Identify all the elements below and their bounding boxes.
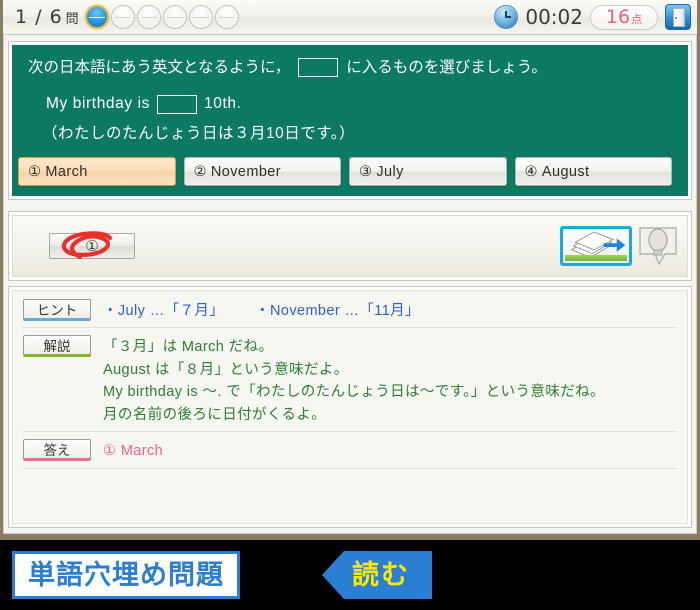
choice-2-number: ② — [193, 163, 207, 180]
choice-option-1[interactable]: ① March — [18, 157, 176, 186]
selected-answer-box[interactable]: ① — [49, 231, 135, 260]
next-icon-grass — [565, 255, 627, 261]
kaisetsu-content: 「３月」は March だね。 August は「８月」という意味だよ。 My … — [103, 335, 605, 426]
kaisetsu-tag: 解説 — [23, 335, 91, 358]
choice-list: ① March ② November ③ July ④ August — [18, 157, 672, 186]
progress-dots — [84, 5, 239, 29]
hint-line: ・July …「７月」 ・November …「11月」 — [103, 300, 420, 322]
kaisetsu-line-3: My birthday is 〜. で「わたしのたんじょう日は〜です。」という意… — [103, 384, 605, 401]
choice-3-number: ③ — [359, 163, 373, 180]
progress-dot-5[interactable] — [188, 5, 213, 29]
kaisetsu-line-4: 月の名前の後ろに日付がくるよ。 — [103, 406, 327, 423]
clock-icon — [494, 5, 519, 29]
score-unit: 点 — [631, 13, 643, 26]
question-translation: （わたしのたんじょう日は３月10日です。） — [42, 124, 355, 142]
question-panel: 次の日本語にあう英文となるように， に入るものを選びましょう。 My birth… — [12, 45, 688, 196]
hint-button[interactable] — [635, 224, 681, 268]
selected-answer-number: ① — [85, 238, 99, 255]
instruction-text-after: に入るものを選びましょう。 — [346, 59, 547, 76]
sentence-before-blank: My birthday is — [46, 95, 151, 113]
read-action-chip[interactable]: 読む — [322, 551, 432, 599]
door-exit-icon[interactable] — [665, 4, 691, 30]
subject-chip[interactable]: 単語穴埋め問題 — [12, 551, 240, 599]
app-root: 1 / 6 問 00:02 16 点 次の日本語にあう英文となるように， に入る… — [0, 0, 700, 610]
status-bar-right: 00:02 16 点 — [494, 4, 697, 30]
sentence-blank-box — [157, 94, 198, 114]
kaisetsu-line-1: 「３月」は March だね。 — [103, 339, 274, 356]
sentence-after-blank: 10th. — [204, 95, 242, 113]
explanation-panel-frame: ヒント ・July …「７月」 ・November …「11月」 解説 「３月」… — [8, 286, 692, 528]
choice-option-2[interactable]: ② November — [183, 157, 341, 186]
progress-dot-1[interactable] — [84, 5, 109, 29]
choice-option-3[interactable]: ③ July — [349, 157, 507, 186]
progress-dot-2[interactable] — [110, 5, 135, 29]
choice-3-label: July — [376, 163, 404, 180]
subject-label: 単語穴埋め問題 — [28, 559, 224, 590]
kotae-tag: 答え — [23, 439, 91, 462]
instruction-blank-box — [298, 58, 339, 78]
question-sentence: My birthday is 10th. — [46, 94, 672, 114]
kotae-content: ① March — [103, 439, 163, 462]
status-bar-left: 1 / 6 問 — [3, 5, 239, 29]
choice-4-number: ④ — [524, 163, 538, 180]
score-badge: 16 点 — [590, 4, 658, 30]
question-counter-unit: 問 — [65, 10, 79, 26]
kotae-divider — [23, 467, 677, 469]
question-counter: 1 / 6 — [15, 6, 63, 28]
question-panel-frame: 次の日本語にあう英文となるように， に入るものを選びましょう。 My birth… — [8, 41, 692, 200]
navigation-buttons — [560, 224, 687, 268]
status-bar: 1 / 6 問 00:02 16 点 — [3, 0, 697, 35]
progress-dot-4[interactable] — [162, 5, 187, 29]
choice-2-label: November — [210, 163, 281, 180]
progress-dot-3[interactable] — [136, 5, 161, 29]
choice-1-label: March — [45, 163, 88, 180]
answer-bar-frame: ① — [8, 211, 692, 281]
question-instruction: 次の日本語にあう英文となるように， に入るものを選びましょう。 — [28, 57, 672, 79]
hint-tag: ヒント — [23, 299, 91, 321]
next-page-button[interactable] — [560, 226, 632, 266]
hint-content: ・July …「７月」 ・November …「11月」 — [103, 299, 420, 322]
timer-display: 00:02 — [525, 5, 583, 29]
hint-row: ヒント ・July …「７月」 ・November …「11月」 — [23, 299, 677, 322]
hint-item-1: ・July …「７月」 — [103, 303, 225, 319]
explanation-panel: ヒント ・July …「７月」 ・November …「11月」 解説 「３月」… — [12, 290, 688, 524]
kotae-answer: ① March — [103, 443, 164, 460]
kaisetsu-row: 解説 「３月」は March だね。 August は「８月」という意味だよ。 … — [23, 335, 677, 426]
read-action-label: 読む — [352, 559, 410, 590]
instruction-text-before: 次の日本語にあう英文となるように， — [28, 59, 291, 76]
progress-dot-6[interactable] — [214, 5, 239, 29]
choice-1-number: ① — [28, 163, 42, 180]
bottom-bar: 単語穴埋め問題 読む — [0, 540, 700, 610]
score-value: 16 — [605, 5, 631, 28]
choice-4-label: August — [541, 163, 590, 180]
choice-option-4[interactable]: ④ August — [514, 157, 672, 186]
kaisetsu-divider — [23, 431, 677, 433]
answer-bar: ① — [12, 215, 688, 277]
hint-item-2: ・November …「11月」 — [255, 303, 420, 319]
kotae-row: 答え ① March — [23, 439, 677, 462]
kaisetsu-line-2: August は「８月」という意味だよ。 — [103, 361, 349, 378]
hint-divider — [23, 327, 677, 329]
door-knob — [675, 17, 677, 19]
lightbulb-icon — [639, 227, 677, 266]
